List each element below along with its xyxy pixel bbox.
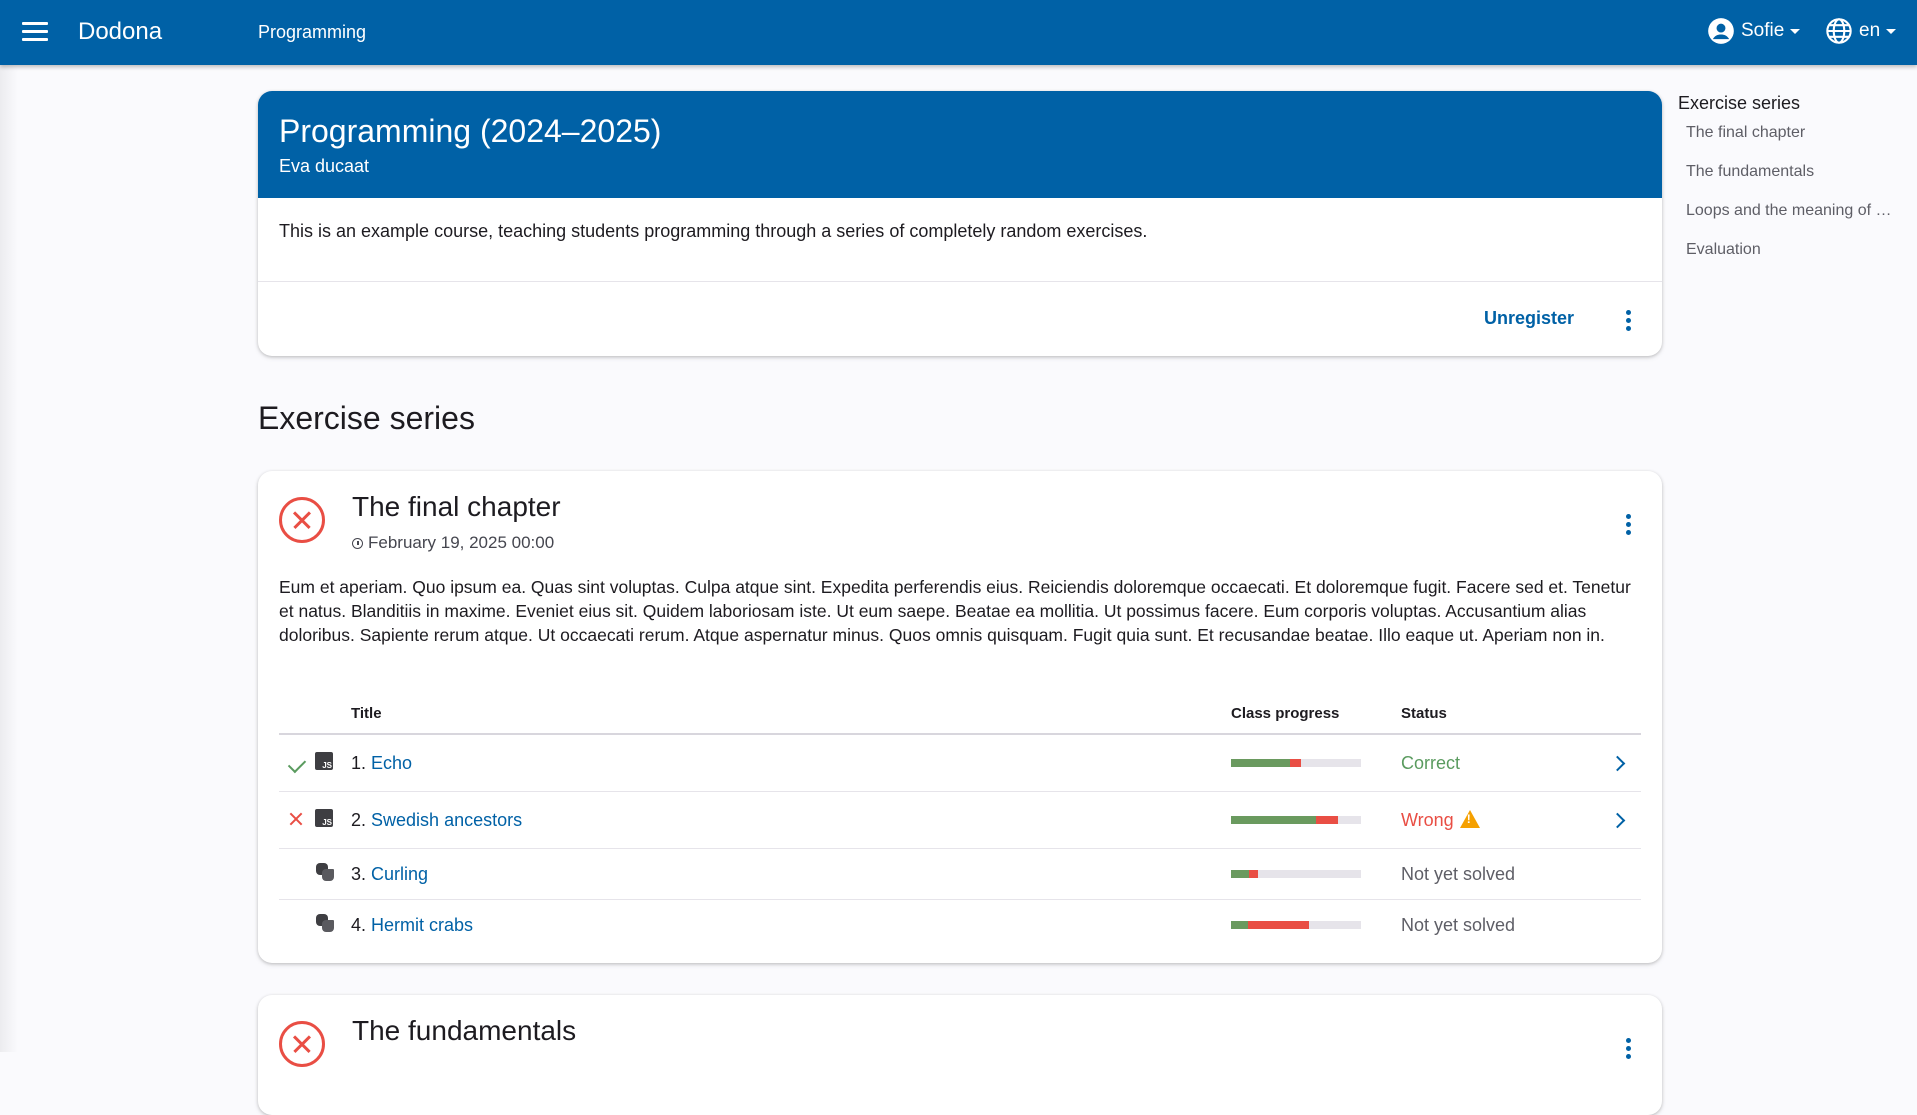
brand-logo-text[interactable]: Dodona <box>78 18 162 46</box>
account-circle-icon <box>1708 18 1734 44</box>
language-menu[interactable]: en <box>1825 17 1897 45</box>
status-text: Correct <box>1401 752 1461 773</box>
progress-wrong-segment <box>1289 759 1302 767</box>
exercise-table-body: 1. Echo Correct 2. Swedish ancestors Wrong 3… <box>279 734 1641 950</box>
status-text: Wrong <box>1401 809 1454 830</box>
exercise-link[interactable]: Hermit crabs <box>371 915 473 935</box>
divider <box>258 281 1662 282</box>
globe-icon <box>1826 18 1852 44</box>
table-row[interactable]: 1. Echo Correct <box>279 734 1641 792</box>
series-status-wrong-icon <box>279 1021 325 1067</box>
javascript-icon <box>315 751 333 770</box>
unregister-button[interactable]: Unregister <box>1484 308 1574 329</box>
series-card: The fundamentals <box>258 995 1662 1115</box>
series-more-options-icon[interactable] <box>1626 1038 1632 1062</box>
top-app-bar: Dodona Programming Sofie en <box>0 0 1917 65</box>
user-name: Sofie <box>1741 20 1785 41</box>
table-row[interactable]: 2. Swedish ancestors Wrong <box>279 791 1641 849</box>
series-description: Eum et aperiam. Quo ipsum ea. Quas sint … <box>279 577 1631 645</box>
exercise-number: 4. <box>351 914 367 935</box>
caret-down-icon <box>1886 28 1897 34</box>
caret-down-icon <box>1790 28 1801 34</box>
status-text: Not yet solved <box>1401 863 1516 884</box>
python-icon <box>315 913 335 933</box>
series-status-wrong-icon <box>279 497 325 543</box>
exercise-number: 1. <box>351 752 367 773</box>
progress-correct-segment <box>1231 759 1290 767</box>
column-header-status: Status <box>1401 693 1601 735</box>
progress-wrong-segment <box>1247 921 1309 929</box>
course-description: This is an example course, teaching stud… <box>279 221 1148 241</box>
progress-correct-segment <box>1231 816 1316 824</box>
user-menu[interactable]: Sofie <box>1707 17 1801 45</box>
check-icon <box>287 754 307 773</box>
class-progress-bar <box>1231 870 1361 878</box>
chevron-right-icon[interactable] <box>1609 812 1626 828</box>
class-progress-bar <box>1231 921 1361 929</box>
deadline-text: February 19, 2025 00:00 <box>368 533 555 552</box>
breadcrumb-course[interactable]: Programming <box>258 22 366 43</box>
column-header-title: Title <box>351 693 1231 735</box>
course-card: Programming (2024–2025) Eva ducaat This … <box>258 91 1662 356</box>
warning-icon <box>1459 809 1480 828</box>
progress-correct-segment <box>1231 870 1250 878</box>
series-card: The final chapter February 19, 2025 00:0… <box>258 471 1662 963</box>
left-edge-shadow <box>0 65 18 1052</box>
series-title[interactable]: The fundamentals <box>352 1015 576 1047</box>
toc-item[interactable]: Evaluation <box>1678 241 1908 280</box>
table-row[interactable]: 3. Curling Not yet solved <box>279 848 1641 900</box>
class-progress-bar <box>1231 759 1361 767</box>
python-icon <box>315 862 335 882</box>
series-more-options-icon[interactable] <box>1626 514 1632 538</box>
exercise-number: 3. <box>351 863 367 884</box>
table-row[interactable]: 4. Hermit crabs Not yet solved <box>279 900 1641 951</box>
toc-item[interactable]: The final chapter <box>1678 124 1908 163</box>
progress-correct-segment <box>1231 921 1248 929</box>
course-more-options-icon[interactable] <box>1626 310 1632 334</box>
progress-wrong-segment <box>1315 816 1338 824</box>
language-code: en <box>1859 20 1881 41</box>
column-header-progress: Class progress <box>1231 693 1401 735</box>
class-progress-bar <box>1231 816 1361 824</box>
exercise-number: 2. <box>351 809 367 830</box>
alarm-clock-icon <box>352 537 363 549</box>
series-deadline: February 19, 2025 00:00 <box>352 533 554 553</box>
course-teacher: Eva ducaat <box>279 156 370 176</box>
chevron-right-icon[interactable] <box>1609 755 1626 771</box>
javascript-icon <box>315 808 333 827</box>
section-title: Exercise series <box>258 400 475 436</box>
toc-item[interactable]: The fundamentals <box>1678 163 1908 202</box>
series-table-of-contents: Exercise series The final chapter The fu… <box>1678 93 1908 280</box>
course-header: Programming (2024–2025) Eva ducaat <box>258 91 1662 198</box>
exercise-link[interactable]: Echo <box>371 753 412 773</box>
exercise-link[interactable]: Curling <box>371 864 428 884</box>
x-icon <box>288 812 302 826</box>
series-title[interactable]: The final chapter <box>352 491 561 523</box>
status-text: Not yet solved <box>1401 914 1516 935</box>
exercise-table: Title Class progress Status 1. Echo Corre… <box>279 693 1641 950</box>
toc-item[interactable]: Loops and the meaning of … <box>1678 202 1908 241</box>
progress-wrong-segment <box>1249 870 1259 878</box>
hamburger-menu-icon[interactable] <box>22 22 48 42</box>
toc-title: Exercise series <box>1678 93 1801 113</box>
exercise-link[interactable]: Swedish ancestors <box>371 810 522 830</box>
course-title: Programming (2024–2025) <box>279 113 662 149</box>
table-header-row: Title Class progress Status <box>279 693 1641 735</box>
